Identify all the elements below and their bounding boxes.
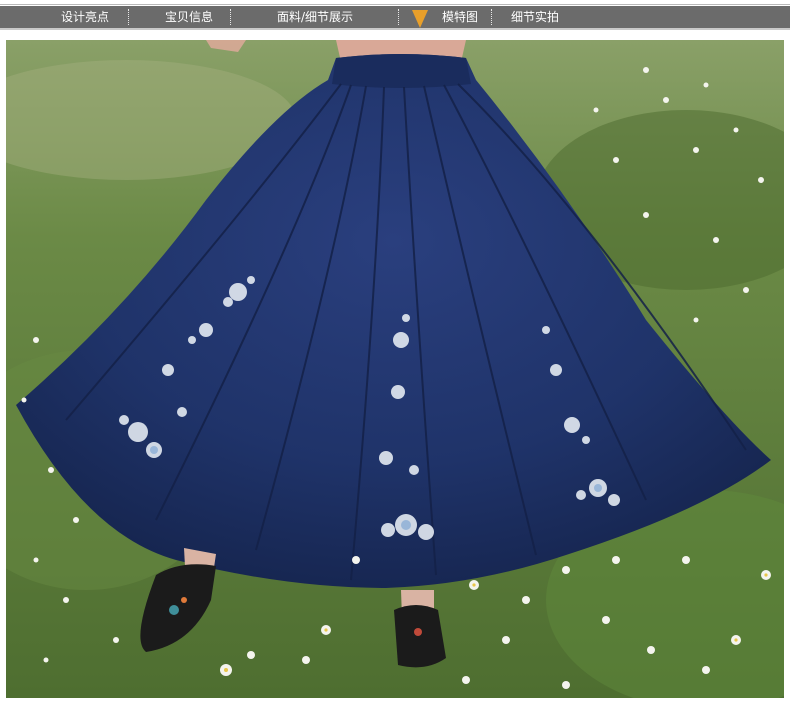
nav-top-rule [0,4,790,5]
embroidered-shoe-right [394,605,446,668]
nav-bottom-rule [0,28,790,30]
tab-detail-shots[interactable]: 细节实拍 [500,6,570,28]
skirt-waistband [332,54,471,88]
model-photo [6,40,784,698]
tab-separator [491,9,492,25]
tab-model-photos[interactable]: 模特图 [430,6,490,28]
tab-navigation: 设计亮点 宝贝信息 面料/细节展示 模特图 细节实拍 [0,0,790,36]
tab-separator [230,9,231,25]
skirt-illustration [6,40,784,698]
tab-product-info[interactable]: 宝贝信息 [134,6,244,28]
tab-separator [398,9,399,25]
tab-fabric-details[interactable]: 面料/细节展示 [250,6,380,28]
tab-design-highlights[interactable]: 设计亮点 [30,6,140,28]
tab-separator [128,9,129,25]
active-tab-triangle-icon [412,10,428,28]
